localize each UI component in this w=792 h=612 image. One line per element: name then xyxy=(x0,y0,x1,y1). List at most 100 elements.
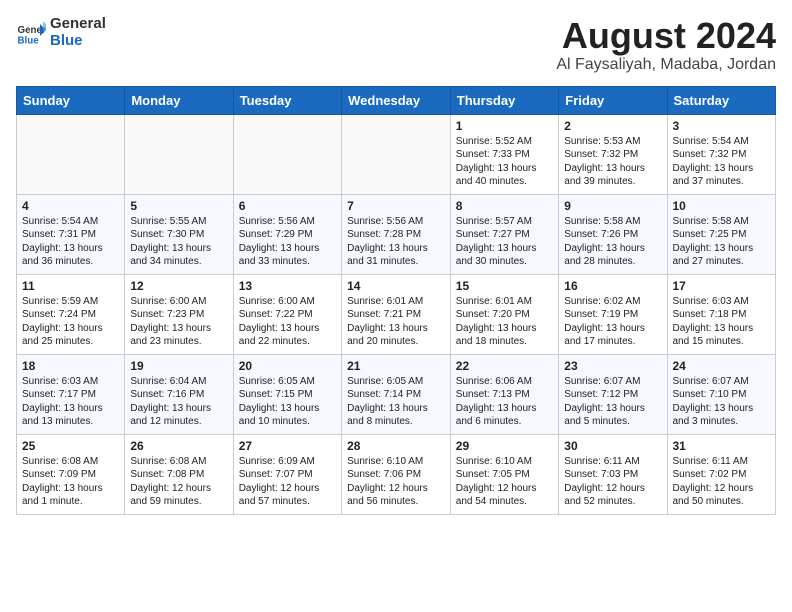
day-info: Sunrise: 6:07 AM Sunset: 7:12 PM Dayligh… xyxy=(564,375,661,429)
day-number: 24 xyxy=(673,359,771,373)
day-info: Sunrise: 6:06 AM Sunset: 7:13 PM Dayligh… xyxy=(456,375,553,429)
day-info: Sunrise: 6:01 AM Sunset: 7:20 PM Dayligh… xyxy=(456,295,553,349)
calendar-cell xyxy=(233,114,341,194)
day-info: Sunrise: 5:53 AM Sunset: 7:32 PM Dayligh… xyxy=(564,135,661,189)
calendar-cell: 30 Sunrise: 6:11 AM Sunset: 7:03 PM Dayli… xyxy=(559,434,667,514)
calendar-cell: 5 Sunrise: 5:55 AM Sunset: 7:30 PM Daylig… xyxy=(125,194,233,274)
day-info: Sunrise: 5:57 AM Sunset: 7:27 PM Dayligh… xyxy=(456,215,553,269)
calendar-cell: 10 Sunrise: 5:58 AM Sunset: 7:25 PM Dayli… xyxy=(667,194,776,274)
day-number: 5 xyxy=(130,199,227,213)
weekday-header-friday: Friday xyxy=(559,86,667,114)
day-info: Sunrise: 6:01 AM Sunset: 7:21 PM Dayligh… xyxy=(347,295,445,349)
calendar-cell: 19Sunrise: 6:04 AM Sunset: 7:16 PM Dayli… xyxy=(125,354,233,434)
day-number: 27 xyxy=(239,439,336,453)
day-number: 28 xyxy=(347,439,445,453)
calendar-cell: 4Sunrise: 5:54 AM Sunset: 7:31 PM Daylig… xyxy=(17,194,125,274)
calendar-cell: 27Sunrise: 6:09 AM Sunset: 7:07 PM Dayli… xyxy=(233,434,341,514)
day-number: 21 xyxy=(347,359,445,373)
calendar-cell: 22 Sunrise: 6:06 AM Sunset: 7:13 PM Dayli… xyxy=(450,354,558,434)
day-number: 25 xyxy=(22,439,119,453)
calendar-cell: 20 Sunrise: 6:05 AM Sunset: 7:15 PM Dayli… xyxy=(233,354,341,434)
day-number: 4 xyxy=(22,199,119,213)
calendar-cell: 25 Sunrise: 6:08 AM Sunset: 7:09 PM Dayli… xyxy=(17,434,125,514)
calendar-cell: 3 Sunrise: 5:54 AM Sunset: 7:32 PM Daylig… xyxy=(667,114,776,194)
day-info: Sunrise: 6:05 AM Sunset: 7:14 PM Dayligh… xyxy=(347,375,445,429)
page-header: General Blue General Blue August 2024 Al… xyxy=(16,16,776,74)
day-number: 14 xyxy=(347,279,445,293)
day-number: 22 xyxy=(456,359,553,373)
day-number: 31 xyxy=(673,439,771,453)
logo: General Blue General Blue xyxy=(16,16,106,49)
calendar-cell: 16Sunrise: 6:02 AM Sunset: 7:19 PM Dayli… xyxy=(559,274,667,354)
title-block: August 2024 Al Faysaliyah, Madaba, Jorda… xyxy=(556,16,776,74)
day-info: Sunrise: 6:11 AM Sunset: 7:02 PM Dayligh… xyxy=(673,455,771,509)
day-number: 10 xyxy=(673,199,771,213)
calendar-cell xyxy=(17,114,125,194)
day-info: Sunrise: 6:00 AM Sunset: 7:22 PM Dayligh… xyxy=(239,295,336,349)
logo-icon: General Blue xyxy=(16,18,46,48)
day-number: 20 xyxy=(239,359,336,373)
day-number: 9 xyxy=(564,199,661,213)
day-info: Sunrise: 6:03 AM Sunset: 7:18 PM Dayligh… xyxy=(673,295,771,349)
calendar-cell xyxy=(125,114,233,194)
calendar-cell: 9 Sunrise: 5:58 AM Sunset: 7:26 PM Daylig… xyxy=(559,194,667,274)
calendar-cell: 17Sunrise: 6:03 AM Sunset: 7:18 PM Dayli… xyxy=(667,274,776,354)
day-number: 1 xyxy=(456,119,553,133)
day-number: 30 xyxy=(564,439,661,453)
day-info: Sunrise: 5:55 AM Sunset: 7:30 PM Dayligh… xyxy=(130,215,227,269)
calendar-header-row: SundayMondayTuesdayWednesdayThursdayFrid… xyxy=(17,86,776,114)
weekday-header-saturday: Saturday xyxy=(667,86,776,114)
subtitle: Al Faysaliyah, Madaba, Jordan xyxy=(556,56,776,74)
calendar-cell: 28 Sunrise: 6:10 AM Sunset: 7:06 PM Dayli… xyxy=(342,434,451,514)
day-info: Sunrise: 6:08 AM Sunset: 7:08 PM Dayligh… xyxy=(130,455,227,509)
weekday-header-thursday: Thursday xyxy=(450,86,558,114)
weekday-header-sunday: Sunday xyxy=(17,86,125,114)
day-number: 8 xyxy=(456,199,553,213)
day-number: 15 xyxy=(456,279,553,293)
day-info: Sunrise: 6:10 AM Sunset: 7:06 PM Dayligh… xyxy=(347,455,445,509)
day-info: Sunrise: 5:52 AM Sunset: 7:33 PM Dayligh… xyxy=(456,135,553,189)
day-number: 29 xyxy=(456,439,553,453)
day-number: 3 xyxy=(673,119,771,133)
weekday-header-wednesday: Wednesday xyxy=(342,86,451,114)
day-number: 13 xyxy=(239,279,336,293)
day-info: Sunrise: 6:05 AM Sunset: 7:15 PM Dayligh… xyxy=(239,375,336,429)
calendar-cell: 24 Sunrise: 6:07 AM Sunset: 7:10 PM Dayli… xyxy=(667,354,776,434)
calendar-cell: 26Sunrise: 6:08 AM Sunset: 7:08 PM Dayli… xyxy=(125,434,233,514)
day-info: Sunrise: 5:54 AM Sunset: 7:32 PM Dayligh… xyxy=(673,135,771,189)
day-number: 12 xyxy=(130,279,227,293)
calendar-week-1: 1 Sunrise: 5:52 AM Sunset: 7:33 PM Daylig… xyxy=(17,114,776,194)
day-info: Sunrise: 6:04 AM Sunset: 7:16 PM Dayligh… xyxy=(130,375,227,429)
calendar-week-5: 25 Sunrise: 6:08 AM Sunset: 7:09 PM Dayli… xyxy=(17,434,776,514)
day-info: Sunrise: 6:07 AM Sunset: 7:10 PM Dayligh… xyxy=(673,375,771,429)
weekday-header-tuesday: Tuesday xyxy=(233,86,341,114)
calendar-cell: 18Sunrise: 6:03 AM Sunset: 7:17 PM Dayli… xyxy=(17,354,125,434)
calendar-cell: 7Sunrise: 5:56 AM Sunset: 7:28 PM Daylig… xyxy=(342,194,451,274)
calendar-cell: 12 Sunrise: 6:00 AM Sunset: 7:23 PM Dayli… xyxy=(125,274,233,354)
calendar-table: SundayMondayTuesdayWednesdayThursdayFrid… xyxy=(16,86,776,515)
day-info: Sunrise: 6:11 AM Sunset: 7:03 PM Dayligh… xyxy=(564,455,661,509)
day-number: 2 xyxy=(564,119,661,133)
calendar-cell xyxy=(342,114,451,194)
day-number: 6 xyxy=(239,199,336,213)
calendar-cell: 14 Sunrise: 6:01 AM Sunset: 7:21 PM Dayli… xyxy=(342,274,451,354)
day-info: Sunrise: 5:58 AM Sunset: 7:25 PM Dayligh… xyxy=(673,215,771,269)
day-info: Sunrise: 6:08 AM Sunset: 7:09 PM Dayligh… xyxy=(22,455,119,509)
day-number: 16 xyxy=(564,279,661,293)
svg-text:Blue: Blue xyxy=(18,35,40,46)
day-number: 11 xyxy=(22,279,119,293)
logo-general-text: General xyxy=(50,16,106,33)
calendar-week-2: 4Sunrise: 5:54 AM Sunset: 7:31 PM Daylig… xyxy=(17,194,776,274)
calendar-cell: 21 Sunrise: 6:05 AM Sunset: 7:14 PM Dayli… xyxy=(342,354,451,434)
day-info: Sunrise: 5:59 AM Sunset: 7:24 PM Dayligh… xyxy=(22,295,119,349)
calendar-cell: 2 Sunrise: 5:53 AM Sunset: 7:32 PM Daylig… xyxy=(559,114,667,194)
calendar-cell: 8 Sunrise: 5:57 AM Sunset: 7:27 PM Daylig… xyxy=(450,194,558,274)
calendar-cell: 23Sunrise: 6:07 AM Sunset: 7:12 PM Dayli… xyxy=(559,354,667,434)
calendar-cell: 15 Sunrise: 6:01 AM Sunset: 7:20 PM Dayli… xyxy=(450,274,558,354)
logo-blue-text: Blue xyxy=(50,33,106,50)
calendar-week-4: 18Sunrise: 6:03 AM Sunset: 7:17 PM Dayli… xyxy=(17,354,776,434)
day-info: Sunrise: 5:56 AM Sunset: 7:29 PM Dayligh… xyxy=(239,215,336,269)
day-info: Sunrise: 6:00 AM Sunset: 7:23 PM Dayligh… xyxy=(130,295,227,349)
calendar-cell: 6 Sunrise: 5:56 AM Sunset: 7:29 PM Daylig… xyxy=(233,194,341,274)
day-info: Sunrise: 5:58 AM Sunset: 7:26 PM Dayligh… xyxy=(564,215,661,269)
